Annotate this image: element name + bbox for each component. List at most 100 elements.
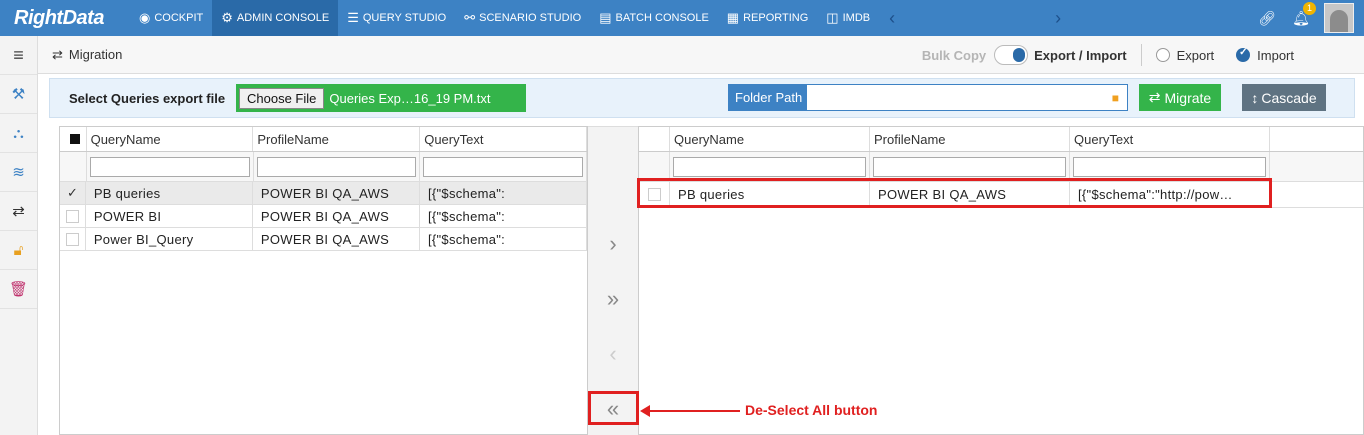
column-header-querytext[interactable]: QueryText bbox=[420, 127, 587, 151]
folder-path-input[interactable]: ■ bbox=[807, 85, 1127, 110]
scenario-icon: ⚯ bbox=[464, 10, 476, 25]
move-all-right-button[interactable]: » bbox=[588, 284, 638, 314]
radio-label: Import bbox=[1257, 47, 1294, 63]
nav-query-studio[interactable]: ☰ QUERY STUDIO bbox=[338, 0, 455, 36]
imdb-icon: ◫ bbox=[826, 10, 839, 25]
column-header-queryname[interactable]: QueryName bbox=[87, 127, 254, 151]
transfer-controls: › » ‹ « bbox=[588, 126, 638, 435]
button-label: Migrate bbox=[1164, 89, 1212, 106]
selected-file-name: Queries Exp…16_19 PM.txt bbox=[329, 90, 491, 106]
breadcrumb: ⇄ Migration bbox=[52, 47, 122, 63]
source-queries-grid: QueryName ProfileName QueryText ✓ PB que… bbox=[59, 126, 588, 435]
column-header-queryname[interactable]: QueryName bbox=[670, 127, 870, 151]
filter-queryname-input[interactable] bbox=[670, 152, 870, 181]
gear-icon: ⚙ bbox=[221, 10, 233, 25]
file-input[interactable]: Choose File Queries Exp…16_19 PM.txt bbox=[236, 84, 526, 112]
chevron-right-icon[interactable]: › bbox=[1045, 8, 1071, 29]
cockpit-icon: ◉ bbox=[139, 10, 151, 25]
filter-queryname-input[interactable] bbox=[87, 152, 254, 181]
unlock-icon[interactable]: 🔓︎ bbox=[0, 231, 37, 270]
hamburger-menu-icon[interactable]: ≡ bbox=[0, 36, 37, 75]
avatar[interactable] bbox=[1324, 3, 1354, 33]
choose-file-button[interactable]: Choose File bbox=[239, 87, 325, 109]
grid-filter-row bbox=[60, 152, 587, 182]
radio-circle bbox=[1155, 48, 1170, 62]
column-header-profilename[interactable]: ProfileName bbox=[253, 127, 421, 151]
nav-admin-console[interactable]: ⚙ ADMIN CONSOLE bbox=[212, 0, 339, 36]
database-icon: ☰ bbox=[347, 10, 359, 25]
shuffle-icon: ⇄ bbox=[52, 46, 63, 62]
nav-reporting[interactable]: ▦ REPORTING bbox=[718, 0, 818, 36]
row-checkbox[interactable] bbox=[60, 228, 86, 250]
bell-icon[interactable]: 🔔︎ 1 bbox=[1284, 1, 1318, 27]
cell-profilename: POWER BI QA_AWS bbox=[253, 205, 420, 227]
folder-path-label: Folder Path bbox=[729, 85, 807, 110]
move-selected-right-button[interactable]: › bbox=[588, 229, 638, 259]
notification-badge: 1 bbox=[1303, 1, 1316, 15]
vertical-arrows-icon: ↕ bbox=[1251, 89, 1259, 106]
trash-icon[interactable]: 🗑︎ bbox=[0, 270, 37, 309]
divider bbox=[1140, 44, 1142, 66]
report-icon: ▦ bbox=[726, 10, 740, 25]
tools-icon[interactable]: ⚒ bbox=[0, 75, 37, 114]
network-icon[interactable]: ⛬ bbox=[0, 114, 37, 153]
top-navbar: RightData ◉ COCKPIT ⚙ ADMIN CONSOLE ☰ QUERY… bbox=[0, 0, 1364, 36]
nav-label: COCKPIT bbox=[154, 12, 204, 24]
column-header-profilename[interactable]: ProfileName bbox=[870, 127, 1070, 151]
left-sidebar: ≡ ⚒ ⛬ ≋ ⇄ 🔓︎ 🗑︎ bbox=[0, 36, 38, 435]
annotation-arrow bbox=[648, 410, 740, 412]
filter-spacer bbox=[639, 152, 670, 181]
sub-header: ⇄ Migration Bulk Copy Export / Import Ex… bbox=[38, 36, 1364, 74]
nav-imdb[interactable]: ◫ IMDB bbox=[817, 0, 879, 36]
cell-queryname: POWER BI bbox=[86, 205, 253, 227]
brand-logo[interactable]: RightData bbox=[0, 7, 130, 30]
annotation-arrowhead bbox=[640, 405, 650, 417]
nav-cockpit[interactable]: ◉ COCKPIT bbox=[130, 0, 212, 36]
folder-icon[interactable]: ■ bbox=[1112, 91, 1119, 105]
nav-label: IMDB bbox=[842, 12, 871, 24]
chevron-left-icon[interactable]: ‹ bbox=[879, 8, 905, 29]
filter-profilename-input[interactable] bbox=[254, 152, 421, 181]
mode-controls: Bulk Copy Export / Import Export Import bbox=[922, 36, 1316, 74]
move-selected-left-button[interactable]: ‹ bbox=[588, 339, 638, 369]
export-radio[interactable]: Export bbox=[1155, 47, 1215, 63]
mode-toggle-switch[interactable] bbox=[994, 45, 1029, 65]
filter-querytext-input[interactable] bbox=[1070, 152, 1270, 181]
radio-label: Export bbox=[1176, 47, 1215, 63]
nav-scenario-studio[interactable]: ⚯ SCENARIO STUDIO bbox=[455, 0, 590, 36]
cascade-button[interactable]: ↕ Cascade bbox=[1242, 84, 1326, 111]
filter-spacer bbox=[60, 152, 87, 181]
shuffle-icon: ⇄ bbox=[1148, 89, 1161, 105]
nav-batch-console[interactable]: ▤ BATCH CONSOLE bbox=[590, 0, 718, 36]
migration-icon[interactable]: ⇄ bbox=[0, 192, 37, 231]
export-import-label: Export / Import bbox=[1034, 47, 1127, 63]
filter-querytext-input[interactable] bbox=[420, 152, 587, 181]
batch-icon: ▤ bbox=[599, 10, 612, 25]
table-row[interactable]: Power BI_Query POWER BI QA_AWS [{"$schem… bbox=[60, 228, 587, 251]
select-all-checkbox[interactable] bbox=[60, 127, 87, 151]
grid-header-row: QueryName ProfileName QueryText bbox=[639, 127, 1363, 152]
table-row[interactable]: POWER BI POWER BI QA_AWS [{"$schema": bbox=[60, 205, 587, 228]
nav-label: BATCH CONSOLE bbox=[615, 12, 709, 24]
target-queries-grid: QueryName ProfileName QueryText PB queri… bbox=[638, 126, 1364, 435]
column-header-querytext[interactable]: QueryText bbox=[1070, 127, 1270, 151]
nav-label: SCENARIO STUDIO bbox=[479, 12, 582, 24]
cell-querytext: [{"$schema": bbox=[420, 205, 587, 227]
table-row[interactable]: ✓ PB queries POWER BI QA_AWS [{"$schema"… bbox=[60, 182, 587, 205]
row-checkbox-checked[interactable]: ✓ bbox=[60, 182, 86, 204]
database-icon[interactable]: ≋ bbox=[0, 153, 37, 192]
import-radio[interactable]: Import bbox=[1236, 47, 1294, 63]
link-icon[interactable]: 🔗︎ bbox=[1250, 10, 1284, 27]
filter-profilename-input[interactable] bbox=[870, 152, 1070, 181]
button-label: Cascade bbox=[1261, 89, 1317, 106]
nav-label: REPORTING bbox=[743, 12, 809, 24]
folder-path-field: Folder Path ■ bbox=[728, 84, 1128, 111]
nav-label: QUERY STUDIO bbox=[362, 12, 447, 24]
row-checkbox[interactable] bbox=[60, 205, 86, 227]
file-selection-bar: Select Queries export file Choose File Q… bbox=[49, 78, 1355, 118]
cell-queryname: Power BI_Query bbox=[86, 228, 253, 250]
grid-header-row: QueryName ProfileName QueryText bbox=[60, 127, 587, 152]
migrate-button[interactable]: ⇄ Migrate bbox=[1139, 84, 1221, 111]
annotation-label: De-Select All button bbox=[745, 402, 878, 418]
highlight-migrated-row bbox=[637, 178, 1272, 208]
